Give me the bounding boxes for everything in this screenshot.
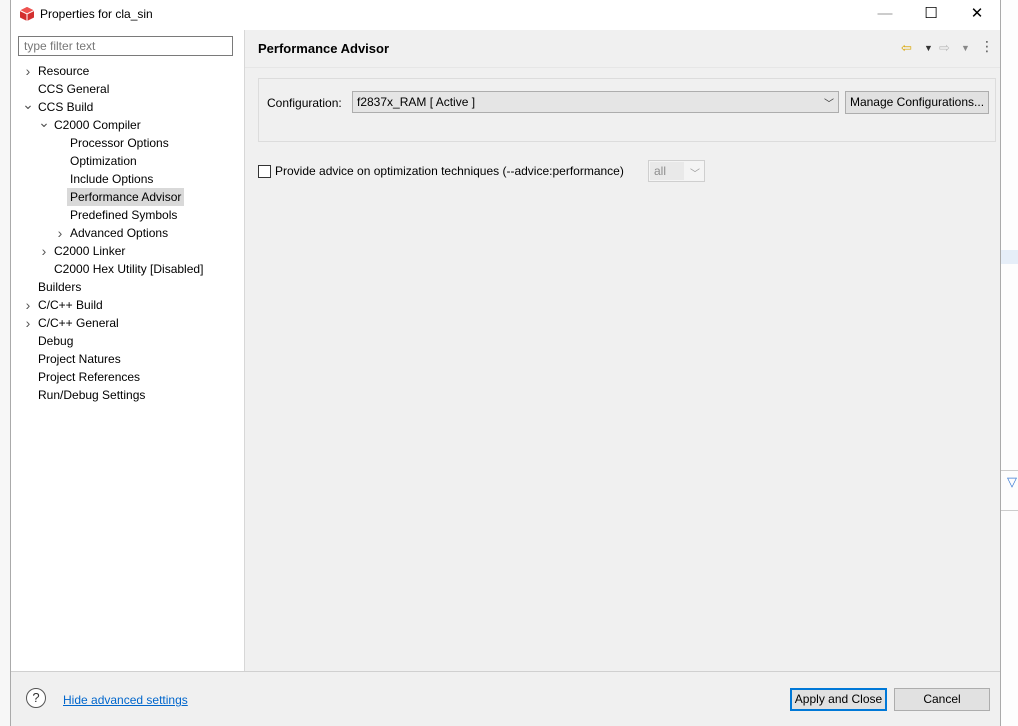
title-bar: Properties for cla_sin — ☐ ✕	[11, 0, 1000, 30]
back-dropdown-icon[interactable]: ▼	[924, 43, 933, 53]
tree-item-label: Advanced Options	[70, 226, 169, 240]
chevron-down-icon[interactable]: ⌄	[37, 113, 51, 131]
tree-item[interactable]: Optimization	[11, 152, 243, 170]
page-title: Performance Advisor	[258, 41, 390, 56]
preferences-tree-panel: ›ResourceCCS General⌄CCS Build⌄C2000 Com…	[11, 30, 245, 671]
advice-level-select[interactable]: all ﹀	[648, 160, 705, 182]
chevron-right-icon[interactable]: ›	[21, 314, 35, 332]
tree-item-label: C2000 Hex Utility [Disabled]	[54, 262, 204, 276]
chevron-right-icon[interactable]: ›	[21, 296, 35, 314]
tree-item-label: C/C++ Build	[38, 298, 103, 312]
chevron-right-icon[interactable]: ›	[53, 224, 67, 242]
tree-item-label: Processor Options	[70, 136, 169, 150]
tree-item-label: Include Options	[70, 172, 154, 186]
tree-item-label: CCS General	[38, 82, 110, 96]
configuration-group: Configuration: f2837x_RAM [ Active ] ﹀ M…	[258, 78, 996, 142]
advice-checkbox[interactable]	[258, 165, 271, 178]
configuration-label: Configuration:	[267, 96, 342, 110]
filter-funnel-icon: ▽	[1007, 474, 1017, 489]
advice-select-value: all	[654, 164, 667, 178]
tree-item[interactable]: Debug	[11, 332, 243, 350]
filter-input[interactable]	[18, 36, 233, 56]
maximize-button[interactable]: ☐	[908, 0, 954, 30]
tree-item-label: Builders	[38, 280, 82, 294]
chevron-right-icon[interactable]: ›	[37, 242, 51, 260]
background-divider	[1001, 510, 1018, 511]
page-content: Performance Advisor ⇦ ▼ ⇨ ▼ ⋮ Configurat…	[245, 30, 1000, 671]
back-arrow-icon[interactable]: ⇦	[901, 40, 912, 56]
hide-advanced-settings-link[interactable]: Hide advanced settings	[63, 693, 188, 707]
tree-item-label: Run/Debug Settings	[38, 388, 146, 402]
tree-item-label: Performance Advisor	[67, 188, 185, 206]
tree-item[interactable]: ⌄ C2000 Compiler	[11, 113, 243, 134]
close-button[interactable]: ✕	[954, 0, 1000, 30]
tree-item[interactable]: C2000 Hex Utility [Disabled]	[11, 260, 243, 278]
minimize-button[interactable]: —	[862, 0, 908, 30]
tree-item[interactable]: Builders	[11, 278, 243, 296]
tree-item[interactable]: Project References	[11, 368, 243, 386]
app-cube-icon	[19, 7, 35, 21]
footer-separator	[11, 671, 1000, 672]
tree-item[interactable]: › Resource	[11, 62, 243, 80]
configuration-select[interactable]: f2837x_RAM [ Active ] ﹀	[352, 91, 839, 113]
advice-label[interactable]: Provide advice on optimization technique…	[275, 164, 624, 178]
forward-dropdown-icon[interactable]: ▼	[961, 43, 970, 53]
background-selection	[1001, 250, 1018, 264]
help-icon[interactable]: ?	[26, 688, 46, 708]
tree-item[interactable]: Run/Debug Settings	[11, 386, 243, 404]
configuration-value: f2837x_RAM [ Active ]	[357, 95, 476, 109]
chevron-down-icon: ﹀	[690, 169, 700, 180]
properties-dialog: Properties for cla_sin — ☐ ✕ ›ResourceCC…	[10, 0, 1001, 726]
tree-item[interactable]: › Advanced Options	[11, 224, 243, 242]
background-editor-right: ▽	[1001, 0, 1018, 726]
background-editor-strip	[0, 0, 10, 726]
tree-item-label: C2000 Linker	[54, 244, 126, 258]
window-title: Properties for cla_sin	[40, 7, 153, 21]
chevron-down-icon: ﹀	[824, 99, 834, 110]
manage-configurations-button[interactable]: Manage Configurations...	[845, 91, 989, 114]
tree-item[interactable]: › C/C++ General	[11, 314, 243, 332]
view-menu-icon[interactable]: ⋮	[980, 38, 994, 55]
tree-item[interactable]: Include Options	[11, 170, 243, 188]
tree-item[interactable]: Performance Advisor	[11, 188, 243, 206]
background-divider	[1001, 470, 1018, 471]
tree-item-label: Predefined Symbols	[70, 208, 178, 222]
apply-and-close-button[interactable]: Apply and Close	[790, 688, 887, 711]
tree-item-label: Debug	[38, 334, 74, 348]
tree-item-label: C2000 Compiler	[54, 118, 141, 132]
tree-item-label: Resource	[38, 64, 90, 78]
tree-item-label: Project References	[38, 370, 141, 384]
forward-arrow-icon[interactable]: ⇨	[939, 40, 950, 56]
tree-item[interactable]: CCS General	[11, 80, 243, 98]
tree-item[interactable]: Project Natures	[11, 350, 243, 368]
cancel-button[interactable]: Cancel	[894, 688, 990, 711]
chevron-down-icon[interactable]: ⌄	[21, 95, 35, 113]
tree-item-label: Project Natures	[38, 352, 121, 366]
tree-item[interactable]: › C2000 Linker	[11, 242, 243, 260]
tree-item[interactable]: Predefined Symbols	[11, 206, 243, 224]
tree-item-label: C/C++ General	[38, 316, 119, 330]
title-separator	[245, 67, 1000, 68]
tree-item[interactable]: Processor Options	[11, 134, 243, 152]
tree-item-label: Optimization	[70, 154, 137, 168]
tree-item[interactable]: › C/C++ Build	[11, 296, 243, 314]
chevron-right-icon[interactable]: ›	[21, 62, 35, 80]
